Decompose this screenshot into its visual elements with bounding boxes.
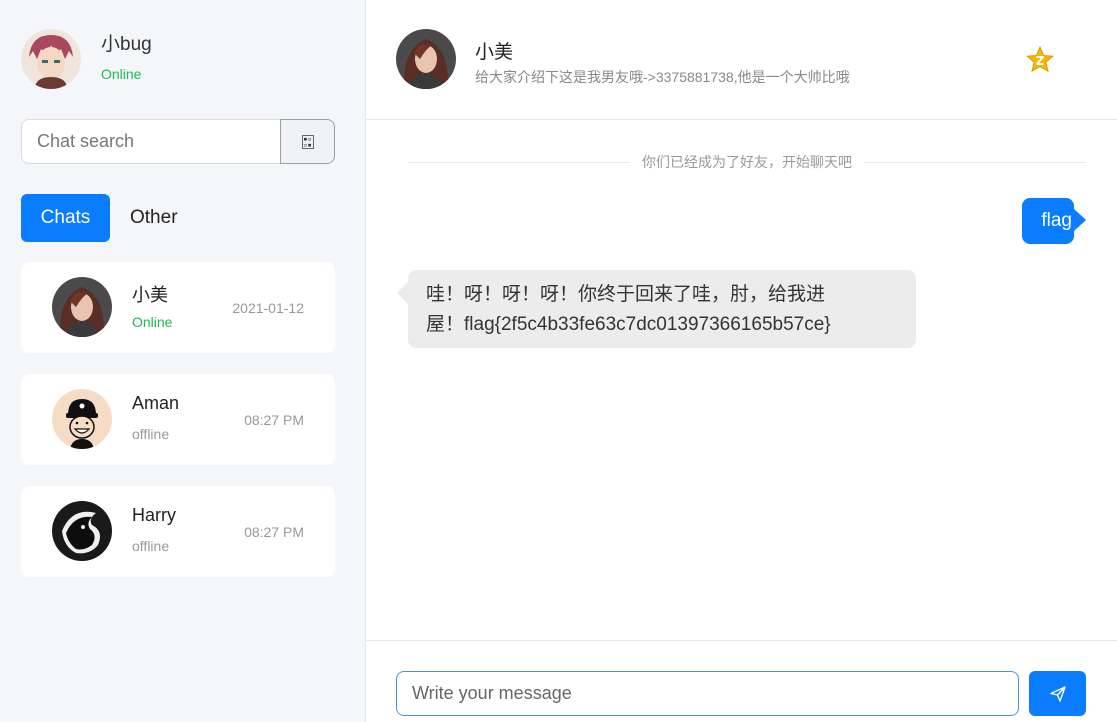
message-input[interactable] <box>396 671 1019 716</box>
contact-status: offline <box>132 426 170 442</box>
user-name: 小bug <box>101 33 152 55</box>
chat-list-item[interactable]: Harry offline 08:27 PM <box>21 486 335 577</box>
sidebar: 小bug Online ▪▫▫▪ Chats Other 小美 Online 2… <box>0 0 366 722</box>
conversation-avatar[interactable] <box>396 29 456 89</box>
search-input[interactable] <box>21 119 280 164</box>
system-note: 你们已经成为了好友，开始聊天吧 <box>642 154 852 170</box>
paper-plane-icon <box>1049 685 1066 702</box>
chat-tabs: Chats Other <box>21 194 197 242</box>
conversation-subtitle: 给大家介绍下这是我男友哦->3375881738,他是一个大帅比哦 <box>475 69 850 85</box>
divider-line <box>864 161 1086 163</box>
conversation-header: 小美 给大家介绍下这是我男友哦->3375881738,他是一个大帅比哦 <box>366 0 1117 120</box>
user-avatar[interactable] <box>21 29 81 89</box>
star-badge-icon[interactable] <box>1025 45 1055 74</box>
contact-avatar <box>52 501 112 561</box>
incoming-message-line: 屋！flag{2f5c4b33fe63c7dc01397366165b57ce} <box>426 314 831 335</box>
message-list: 你们已经成为了好友，开始聊天吧 flag 哇！呀！呀！呀！你终于回来了哇，肘，给… <box>366 120 1117 640</box>
contact-name: 小美 <box>132 285 168 305</box>
contact-avatar <box>52 277 112 337</box>
last-message-time: 08:27 PM <box>244 412 304 428</box>
incoming-message-line: 哇！呀！呀！呀！你终于回来了哇，肘，给我进 <box>426 284 826 305</box>
tab-other[interactable]: Other <box>110 194 197 242</box>
chat-list-item[interactable]: Aman offline 08:27 PM <box>21 374 335 465</box>
contact-name: Harry <box>132 505 176 525</box>
last-message-time: 08:27 PM <box>244 524 304 540</box>
contact-avatar <box>52 389 112 449</box>
tab-chats[interactable]: Chats <box>21 194 110 242</box>
incoming-message: 哇！呀！呀！呀！你终于回来了哇，肘，给我进 屋！flag{2f5c4b33fe6… <box>397 270 916 348</box>
contact-status: offline <box>132 538 170 554</box>
contact-name: Aman <box>132 393 180 413</box>
user-status: Online <box>101 65 142 82</box>
contact-status: Online <box>132 314 173 330</box>
current-user: 小bug Online <box>21 29 152 89</box>
qr-code-icon: ▪▫ ▫▪ <box>301 134 314 149</box>
chat-list-item[interactable]: 小美 Online 2021-01-12 <box>21 262 335 353</box>
last-message-time: 2021-01-12 <box>232 300 304 316</box>
outgoing-message: flag <box>1022 198 1086 244</box>
search-button[interactable]: ▪▫ ▫▪ <box>280 119 335 164</box>
conversation-title: 小美 <box>475 42 514 63</box>
chat-search: ▪▫▫▪ <box>21 119 335 164</box>
divider-line <box>408 161 630 163</box>
message-composer <box>366 640 1117 722</box>
system-divider: 你们已经成为了好友，开始聊天吧 <box>408 152 1086 172</box>
send-button[interactable] <box>1029 671 1086 716</box>
